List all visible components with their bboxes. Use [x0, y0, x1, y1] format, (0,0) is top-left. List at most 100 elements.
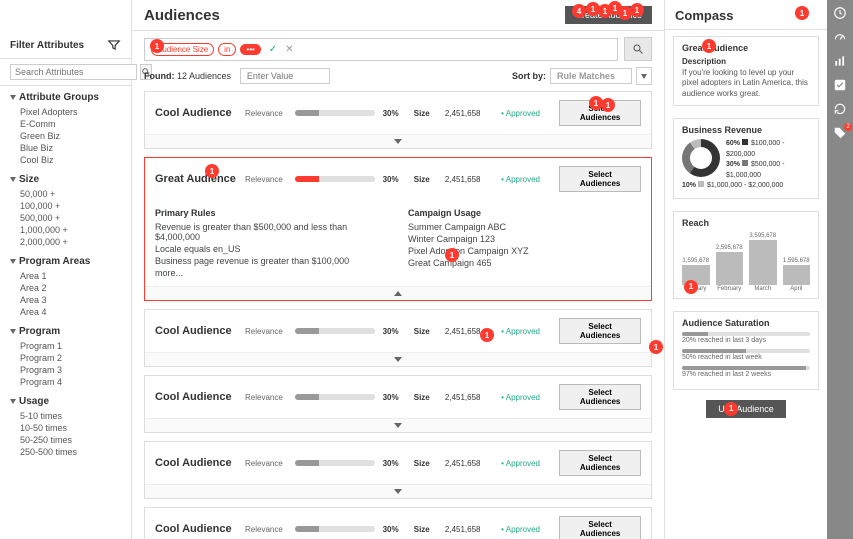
reach-bar: 2,595,678February	[716, 245, 744, 291]
select-audience-button[interactable]: Select Audiences	[559, 450, 641, 476]
status-badge: Approved	[501, 175, 551, 184]
query-op-pill[interactable]: in	[218, 43, 236, 56]
filter-group-title[interactable]: Size	[10, 174, 121, 185]
filter-panel-title: Filter Attributes	[10, 40, 84, 51]
query-confirm-icon[interactable]: ✓	[269, 44, 277, 55]
campaign-usage-title: Campaign Usage	[408, 208, 641, 218]
filter-icon[interactable]	[107, 38, 121, 52]
size-value: 2,451,658	[445, 525, 493, 534]
filter-item[interactable]: 250-500 times	[10, 446, 121, 458]
relevance-label: Relevance	[245, 175, 287, 184]
size-value: 2,451,658	[445, 393, 493, 402]
rail-check-icon[interactable]	[833, 78, 847, 92]
size-label: Size	[414, 459, 437, 468]
rail-clock-icon[interactable]	[833, 6, 847, 20]
audience-name: Cool Audience	[155, 325, 237, 337]
annotation-dot: 1	[702, 39, 716, 53]
sort-by-dropdown-toggle[interactable]	[636, 67, 652, 85]
filter-item[interactable]: Area 4	[10, 306, 121, 318]
relevance-bar	[295, 328, 374, 334]
relevance-label: Relevance	[245, 525, 287, 534]
relevance-label: Relevance	[245, 109, 287, 118]
annotation-dot: 1	[205, 164, 219, 178]
collapse-toggle[interactable]	[145, 286, 651, 300]
filter-item[interactable]: Cool Biz	[10, 154, 121, 166]
filter-item[interactable]: Program 1	[10, 340, 121, 352]
search-attributes-input[interactable]	[10, 64, 137, 80]
business-revenue-panel: Business Revenue 60% $100,000 - $200,000…	[673, 118, 819, 199]
reach-title: Reach	[682, 218, 810, 228]
filter-item[interactable]: 50-250 times	[10, 434, 121, 446]
annotation-dot: 1	[724, 402, 738, 416]
filter-item[interactable]: 100,000 +	[10, 200, 121, 212]
business-revenue-title: Business Revenue	[682, 125, 810, 135]
use-audience-button[interactable]: Use Audience 1	[706, 400, 786, 418]
select-audience-button[interactable]: Select Audiences	[559, 166, 641, 192]
query-value-pill[interactable]: •••	[240, 44, 260, 55]
query-search-button[interactable]	[624, 37, 652, 61]
rail-bars-icon[interactable]	[833, 54, 847, 68]
rule-line: Revenue is greater than $500,000 and les…	[155, 222, 388, 242]
primary-rules-title: Primary Rules	[155, 208, 388, 218]
relevance-bar	[295, 526, 374, 532]
filter-item[interactable]: Area 1	[10, 270, 121, 282]
filter-item[interactable]: 10-50 times	[10, 422, 121, 434]
found-label: Found: 12 Audiences	[144, 71, 231, 81]
expand-toggle[interactable]	[145, 352, 651, 366]
filter-item[interactable]: Area 2	[10, 282, 121, 294]
filter-item[interactable]: Area 3	[10, 294, 121, 306]
audience-name: Great Audience	[155, 173, 237, 185]
expand-toggle[interactable]	[145, 418, 651, 432]
filter-item[interactable]: 2,000,000 +	[10, 236, 121, 248]
rail-tag-icon-wrap[interactable]: 2	[833, 126, 847, 143]
select-audience-button[interactable]: Select Audiences	[559, 516, 641, 539]
sort-by-label: Sort by:	[512, 71, 546, 81]
filter-group-title[interactable]: Program	[10, 326, 121, 337]
query-clear-icon[interactable]: ✕	[285, 44, 293, 55]
expand-toggle[interactable]	[145, 484, 651, 498]
sort-by-select[interactable]: Rule Matches	[550, 68, 632, 84]
rule-line: Business page revenue is greater than $1…	[155, 256, 388, 266]
filter-group-title[interactable]: Usage	[10, 396, 121, 407]
filter-group-title[interactable]: Program Areas	[10, 256, 121, 267]
compass-desc-label: Description	[682, 57, 810, 66]
filter-item[interactable]: Green Biz	[10, 130, 121, 142]
status-badge: Approved	[501, 109, 551, 118]
filter-item[interactable]: Blue Biz	[10, 142, 121, 154]
filter-group-title[interactable]: Attribute Groups	[10, 92, 121, 103]
campaign-line: Winter Campaign 123	[408, 234, 641, 244]
filter-item[interactable]: Program 4	[10, 376, 121, 388]
rail-badge: 2	[844, 123, 852, 131]
filter-item[interactable]: 500,000 +	[10, 212, 121, 224]
more-link[interactable]: more...	[155, 268, 388, 278]
campaign-line: Great Campaign 465	[408, 258, 641, 268]
filter-item[interactable]: Program 2	[10, 352, 121, 364]
annotation-dot: 1	[795, 6, 809, 20]
status-badge: Approved	[501, 393, 551, 402]
relevance-pct: 30%	[383, 175, 406, 184]
filter-item[interactable]: Program 3	[10, 364, 121, 376]
legend-row: 10% $1,000,000 - $2,000,000	[682, 181, 810, 192]
rail-refresh-icon[interactable]	[833, 102, 847, 116]
select-audience-button[interactable]: Select Audiences	[559, 384, 641, 410]
filter-item[interactable]: 5-10 times	[10, 410, 121, 422]
saturation-title: Audience Saturation	[682, 318, 810, 328]
status-badge: Approved	[501, 327, 551, 336]
relevance-pct: 30%	[383, 459, 406, 468]
filter-item[interactable]: E-Comm	[10, 118, 121, 130]
relevance-bar	[295, 460, 374, 466]
relevance-bar	[295, 394, 374, 400]
select-audience-button[interactable]: Select Audiences	[559, 318, 641, 344]
expand-toggle[interactable]	[145, 134, 651, 148]
filter-item[interactable]: Pixel Adopters	[10, 106, 121, 118]
saturation-row: 20% reached in last 3 days	[682, 332, 810, 344]
annotation-dot: 1	[684, 280, 698, 294]
rail-gauge-icon[interactable]	[833, 30, 847, 44]
size-label: Size	[414, 175, 437, 184]
query-builder[interactable]: Audience Size in ••• ✓ ✕	[144, 38, 618, 61]
campaign-line: Pixel Adoption Campaign XYZ	[408, 246, 641, 256]
enter-value-input[interactable]	[240, 68, 330, 84]
annotation-dot: 1	[601, 98, 615, 112]
filter-item[interactable]: 50,000 +	[10, 188, 121, 200]
filter-item[interactable]: 1,000,000 +	[10, 224, 121, 236]
